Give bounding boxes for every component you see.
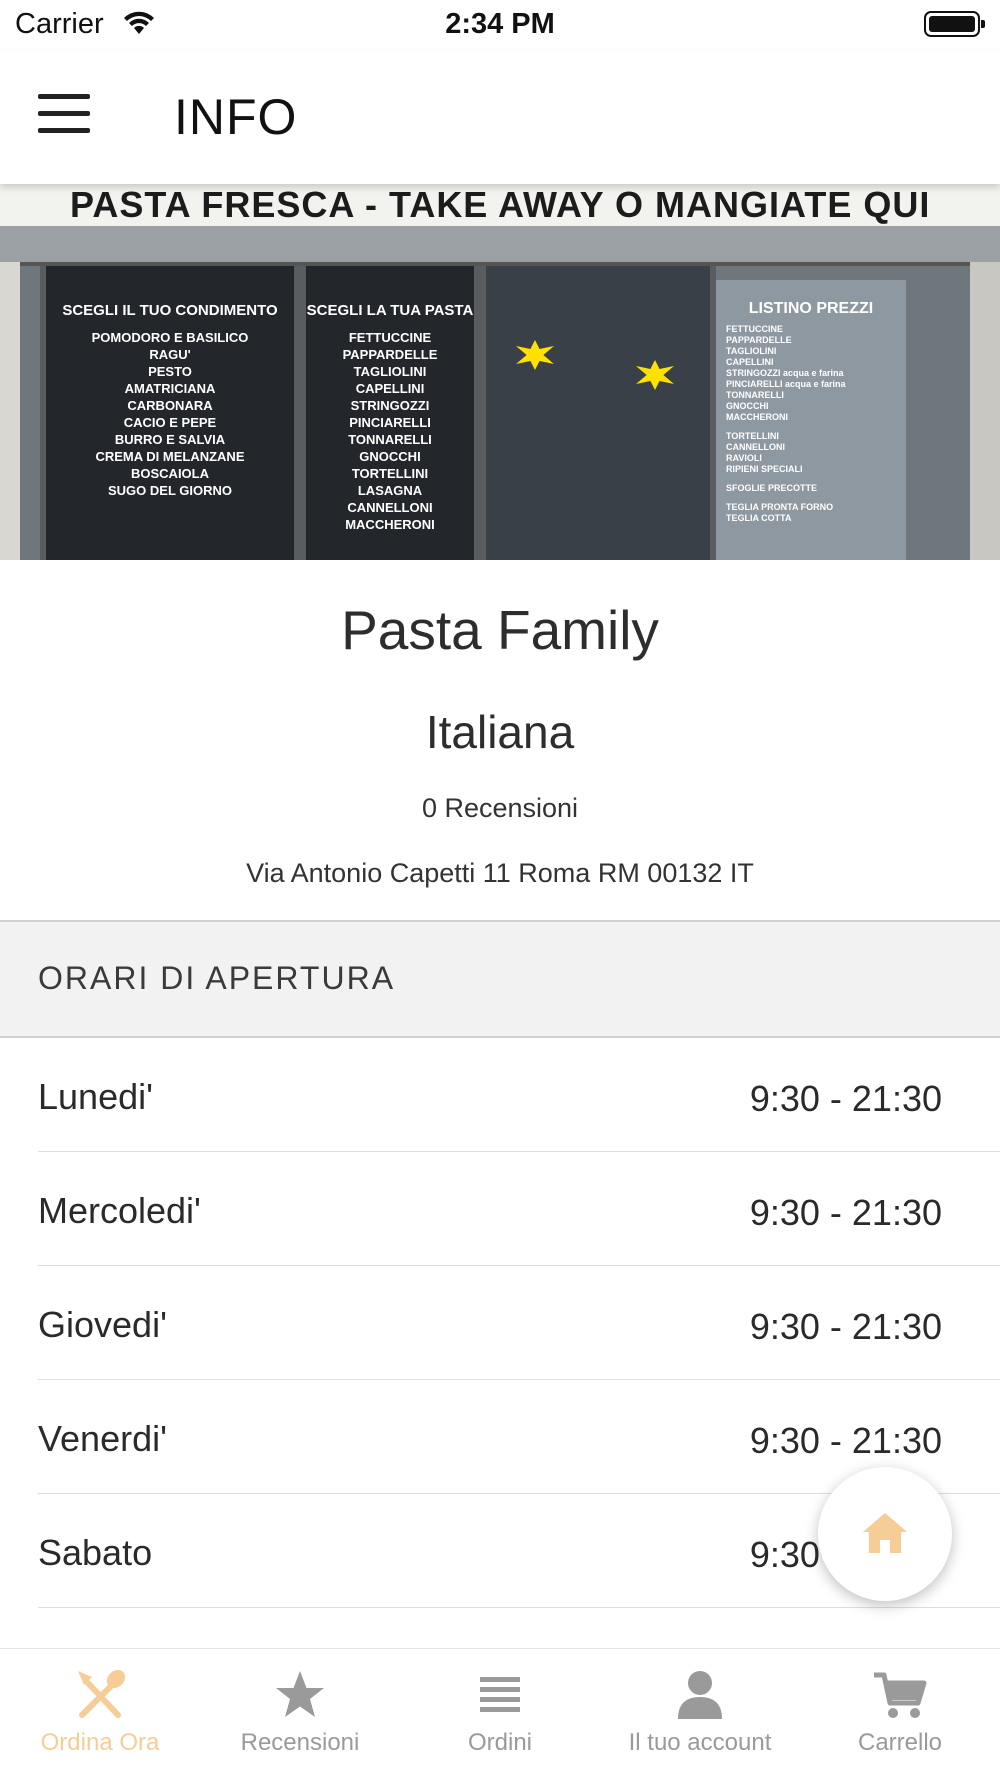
promo-sticker [516,340,554,370]
tab-label: Carrello [857,1729,943,1756]
promo-sticker [636,360,674,390]
price-list-title: LISTINO PREZZI [748,300,874,317]
hours-day: Venerdi' [38,1418,167,1459]
hours-time: 9:30 - 21:30 [749,1192,942,1233]
wall-right [970,262,1000,560]
hours-time: 9:30 - 21:30 [749,1078,942,1119]
restaurant-address: Via Antonio Capetti 11 Roma RM 00132 IT [246,858,754,888]
tab-label: Recensioni [240,1729,360,1756]
door-frame [0,226,1000,266]
tab-account[interactable]: Il tuo account [600,1649,800,1779]
hours-time: 9:30 - 21:30 [749,1420,942,1461]
hours-time: 9:30 - 21:30 [749,1306,942,1347]
status-bar: Carrier 2:34 PM [0,0,1000,50]
tab-ordini[interactable]: Ordini [400,1649,600,1779]
window-pasta: SCEGLI LA TUA PASTA FETTUCCINE PAPPARDEL… [300,266,480,560]
tab-label: Ordini [467,1729,533,1756]
clock-label: 2:34 PM [445,8,555,40]
tab-carrello[interactable]: Carrello [800,1649,1000,1779]
cart-icon [874,1672,927,1718]
window-condimenti-title: SCEGLI IL TUO CONDIMENTO [62,302,278,319]
restaurant-photo: PASTA FRESCA - TAKE AWAY O MANGIATE QUI … [0,184,1000,560]
price-list-items: FETTUCCINE PAPPARDELLE TAGLIOLINI CAPELL… [726,324,846,523]
reviews-count[interactable]: 0 Recensioni [0,793,1000,824]
restaurant-name: Pasta Family [341,599,659,661]
bottom-tab-bar: Ordina Ora Recensioni Ordini Il tuo acco… [0,1648,1000,1779]
price-list-window: LISTINO PREZZI FETTUCCINE PAPPARDELLE TA… [716,280,906,560]
wall-left [0,262,20,560]
hours-row: Lunedi' 9:30 - 21:30 [38,1038,1000,1152]
nav-bar: INFO [0,50,1000,184]
home-button[interactable] [818,1467,952,1601]
window-condimenti-list: POMODORO E BASILICO RAGU' PESTO AMATRICI… [91,330,249,498]
opening-hours-header: ORARI DI APERTURA [0,920,1000,1038]
tab-ordina-ora[interactable]: Ordina Ora [0,1649,200,1779]
restaurant-cuisine: Italiana [425,706,575,758]
fork-spoon-icon [78,1669,126,1718]
user-icon [678,1671,722,1719]
window-door [480,266,716,560]
tab-label: Il tuo account [628,1729,772,1756]
page-title: INFO [174,89,298,145]
hours-day: Lunedi' [38,1076,153,1117]
home-icon [863,1513,907,1553]
star-icon [276,1671,324,1717]
tab-label: Ordina Ora [40,1729,160,1756]
window-condimenti: SCEGLI IL TUO CONDIMENTO POMODORO E BASI… [40,266,300,560]
hours-row: Mercoledi' 9:30 - 21:30 [38,1152,1000,1266]
hours-day: Sabato [38,1532,153,1573]
tab-recensioni[interactable]: Recensioni [200,1649,400,1779]
shop-sign: PASTA FRESCA - TAKE AWAY O MANGIATE QUI [0,184,1000,226]
window-pasta-list: FETTUCCINE PAPPARDELLE TAGLIOLINI CAPELL… [342,330,438,532]
hours-day: Giovedi' [38,1304,167,1345]
window-pasta-title: SCEGLI LA TUA PASTA [306,302,474,319]
battery-icon [924,11,985,37]
hours-day: Mercoledi' [38,1190,201,1231]
opening-hours-title: ORARI DI APERTURA [38,960,396,996]
list-icon [480,1677,520,1712]
hours-row: Giovedi' 9:30 - 21:30 [38,1266,1000,1380]
hamburger-menu-icon[interactable] [38,94,90,134]
